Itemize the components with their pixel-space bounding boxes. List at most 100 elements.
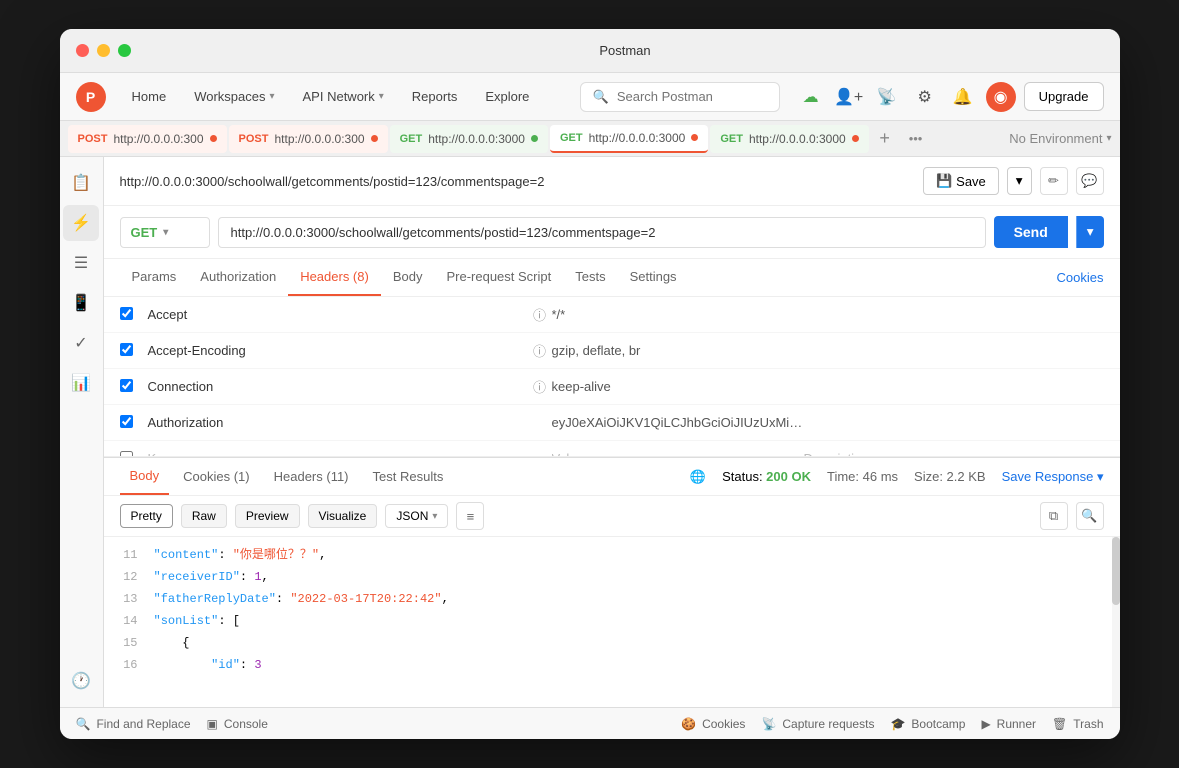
trash-button[interactable]: 🗑 Trash	[1052, 717, 1103, 731]
maximize-button[interactable]	[118, 44, 131, 57]
nav-reports[interactable]: Reports	[402, 83, 468, 110]
header-value-connection: keep-alive	[552, 379, 804, 394]
find-replace-icon: 🔍	[76, 717, 91, 731]
method-label: GET	[131, 225, 158, 240]
format-preview-button[interactable]: Preview	[235, 504, 300, 528]
sidebar-icon-new[interactable]: 📋	[63, 165, 99, 201]
globe-icon: 🌐	[690, 469, 706, 485]
save-button[interactable]: 💾 Save	[923, 167, 999, 195]
copy-response-button[interactable]: ⧉	[1040, 502, 1068, 530]
cookies-link[interactable]: Cookies	[1057, 260, 1104, 295]
settings-icon[interactable]: ⚙	[910, 82, 940, 112]
tab-method-label: POST	[239, 133, 269, 145]
nav-explore[interactable]: Explore	[475, 83, 539, 110]
nav-home[interactable]: Home	[122, 83, 177, 110]
tab-body[interactable]: Body	[381, 259, 435, 296]
cookies-status-button[interactable]: 🍪 Cookies	[681, 717, 745, 731]
environment-selector[interactable]: No Environment ▾	[1009, 131, 1111, 146]
tab-params[interactable]: Params	[120, 259, 189, 296]
user-avatar[interactable]: ◉	[986, 82, 1016, 112]
tab-get-1[interactable]: GET http://0.0.0.0:3000	[390, 125, 548, 153]
cloud-sync-icon[interactable]: ☁	[796, 82, 826, 112]
tab-method-label: GET	[720, 133, 743, 145]
bootcamp-button[interactable]: 🎓 Bootcamp	[890, 717, 965, 731]
request-title: http://0.0.0.0:3000/schoolwall/getcommen…	[120, 174, 915, 189]
add-user-icon[interactable]: 👤+	[834, 82, 864, 112]
tab-authorization[interactable]: Authorization	[188, 259, 288, 296]
response-area: Body Cookies (1) Headers (11) Test Resul…	[104, 457, 1120, 707]
format-visualize-button[interactable]: Visualize	[308, 504, 378, 528]
more-tabs-button[interactable]: •••	[901, 131, 931, 146]
header-new-row[interactable]: Key Value Description	[104, 441, 1120, 457]
satellite-icon[interactable]: 📡	[872, 82, 902, 112]
upgrade-button[interactable]: Upgrade	[1024, 82, 1104, 111]
postman-logo[interactable]: P	[76, 82, 106, 112]
tab-url: http://0.0.0.0:3000	[749, 132, 846, 146]
tab-post-2[interactable]: POST http://0.0.0.0:300	[229, 125, 388, 153]
sidebar-icon-mock[interactable]: ✓	[63, 325, 99, 361]
tab-post-1[interactable]: POST http://0.0.0.0:300	[68, 125, 227, 153]
sidebar-icon-apis[interactable]: ☰	[63, 245, 99, 281]
new-tab-button[interactable]: +	[871, 125, 899, 153]
sidebar-icon-history[interactable]: 🕐	[63, 663, 99, 699]
scroll-thumb[interactable]	[1112, 537, 1120, 605]
comment-icon[interactable]: 💬	[1076, 167, 1104, 195]
url-input[interactable]	[218, 217, 986, 248]
header-info-icon[interactable]: ⓘ	[528, 305, 552, 324]
nav-api-network[interactable]: API Network ▾	[293, 83, 394, 110]
tab-indicator	[852, 135, 859, 142]
cookies-status-icon: 🍪	[681, 717, 696, 731]
method-select[interactable]: GET ▾	[120, 217, 210, 248]
tab-url: http://0.0.0.0:3000	[589, 131, 686, 145]
nav-workspaces[interactable]: Workspaces ▾	[184, 83, 284, 110]
runner-button[interactable]: ▶ Runner	[981, 717, 1036, 731]
capture-requests-button[interactable]: 📡 Capture requests	[761, 717, 874, 731]
save-dropdown-button[interactable]: ▾	[1007, 167, 1032, 195]
sidebar-icon-monitors[interactable]: 📊	[63, 365, 99, 401]
edit-icon[interactable]: ✏	[1040, 167, 1068, 195]
main-layout: 📋 ⚡ ☰ 📱 ✓ 📊 🕐 http://0.0.0.0:3000/school…	[60, 157, 1120, 707]
search-icon: 🔍	[593, 89, 609, 105]
workspaces-chevron-icon: ▾	[269, 91, 274, 102]
scrollbar[interactable]	[1112, 537, 1120, 707]
format-raw-button[interactable]: Raw	[181, 504, 227, 528]
request-subtabs: Params Authorization Headers (8) Body Pr…	[104, 259, 1120, 297]
search-input[interactable]	[617, 89, 767, 104]
header-info-icon[interactable]: ⓘ	[528, 341, 552, 360]
window-title: Postman	[147, 43, 1104, 58]
search-response-button[interactable]: 🔍	[1076, 502, 1104, 530]
trash-icon: 🗑	[1052, 717, 1067, 731]
resp-tab-cookies[interactable]: Cookies (1)	[173, 459, 259, 494]
sidebar-icon-collections[interactable]: ⚡	[63, 205, 99, 241]
format-type-select[interactable]: JSON ▾	[385, 504, 448, 528]
tab-headers[interactable]: Headers (8)	[288, 259, 381, 296]
header-row-accept-encoding: Accept-Encoding ⓘ gzip, deflate, br	[104, 333, 1120, 369]
close-button[interactable]	[76, 44, 89, 57]
tab-get-3[interactable]: GET http://0.0.0.0:3000	[710, 125, 868, 153]
resp-tab-test-results[interactable]: Test Results	[363, 459, 454, 494]
header-info-icon[interactable]: ⓘ	[528, 377, 552, 396]
send-button[interactable]: Send	[994, 216, 1068, 248]
tab-get-2-active[interactable]: GET http://0.0.0.0:3000	[550, 125, 708, 153]
header-checkbox-connection[interactable]	[120, 379, 140, 395]
wrap-lines-button[interactable]: ≡	[456, 502, 484, 530]
resp-tab-headers[interactable]: Headers (11)	[264, 459, 359, 494]
tab-pre-request[interactable]: Pre-request Script	[434, 259, 563, 296]
resp-tab-body[interactable]: Body	[120, 458, 170, 495]
header-checkbox-accept-encoding[interactable]	[120, 343, 140, 359]
format-pretty-button[interactable]: Pretty	[120, 504, 173, 528]
sidebar-icon-environments[interactable]: 📱	[63, 285, 99, 321]
notifications-icon[interactable]: 🔔	[948, 82, 978, 112]
find-replace-button[interactable]: 🔍 Find and Replace	[76, 717, 191, 731]
response-size: Size: 2.2 KB	[914, 469, 986, 484]
search-bar[interactable]: 🔍	[580, 82, 780, 112]
tab-tests[interactable]: Tests	[563, 259, 617, 296]
tab-url: http://0.0.0.0:3000	[428, 132, 525, 146]
save-response-button[interactable]: Save Response ▾	[1002, 469, 1104, 485]
header-checkbox-accept[interactable]	[120, 307, 140, 323]
tab-settings[interactable]: Settings	[618, 259, 689, 296]
minimize-button[interactable]	[97, 44, 110, 57]
header-checkbox-authorization[interactable]	[120, 415, 140, 431]
console-button[interactable]: ▣ Console	[207, 717, 268, 731]
send-dropdown-button[interactable]: ▾	[1076, 216, 1104, 248]
